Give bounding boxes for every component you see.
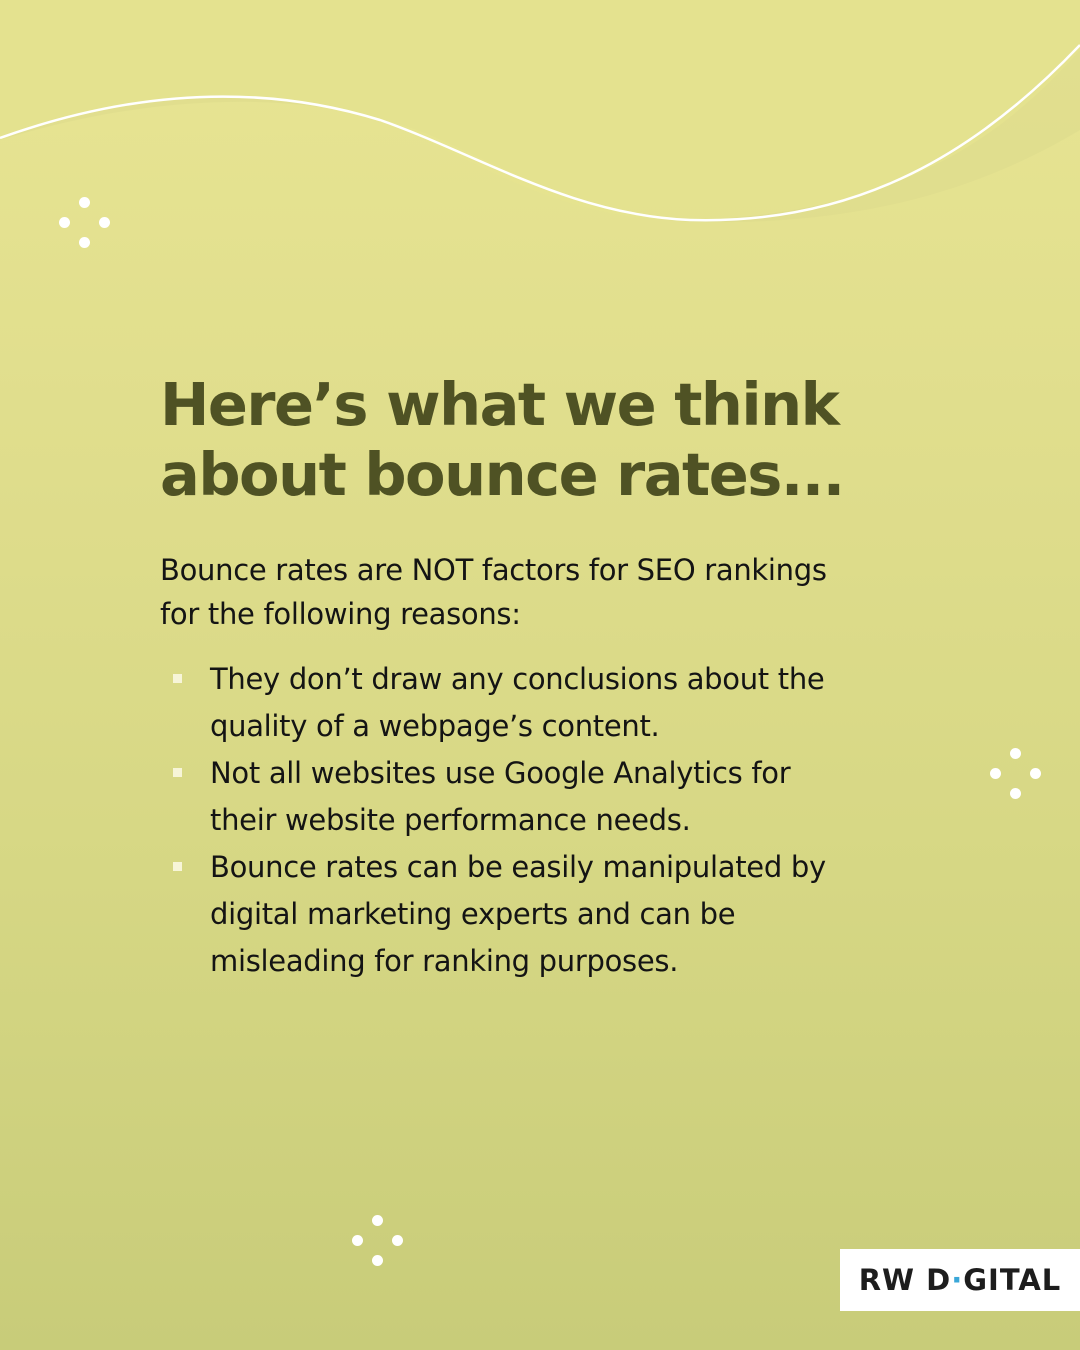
headline-line-2: about bounce rates... xyxy=(160,440,845,509)
reason-item-1: They don’t draw any conclusions about th… xyxy=(160,656,940,750)
headline-line-1: Here’s what we think xyxy=(160,370,840,439)
headline: Here’s what we think about bounce rates.… xyxy=(160,370,940,510)
brand-logo-text: RW D·GITAL xyxy=(859,1263,1062,1297)
brand-logo-part-1: RW D xyxy=(858,1263,952,1297)
reasons-list: They don’t draw any conclusions about th… xyxy=(160,656,940,985)
dot xyxy=(79,237,90,248)
square-bullet-icon xyxy=(173,768,182,777)
reason-3-line-2: digital marketing experts and can be xyxy=(210,897,736,931)
brand-logo-accent: · xyxy=(951,1263,964,1297)
dot xyxy=(1030,768,1041,779)
dot xyxy=(99,217,110,228)
main-content: Here’s what we think about bounce rates.… xyxy=(160,370,940,985)
reason-item-2: Not all websites use Google Analytics fo… xyxy=(160,750,940,844)
dot xyxy=(79,197,90,208)
dots-decoration-top-left xyxy=(59,197,111,249)
dot xyxy=(372,1215,383,1226)
reason-2-line-2: their website performance needs. xyxy=(210,803,691,837)
dot xyxy=(1010,788,1021,799)
reason-1-line-2: quality of a webpage’s content. xyxy=(210,709,660,743)
reason-2-line-1: Not all websites use Google Analytics fo… xyxy=(210,756,791,790)
dot xyxy=(990,768,1001,779)
brand-logo-part-2: GITAL xyxy=(963,1263,1062,1297)
reason-3-line-1: Bounce rates can be easily manipulated b… xyxy=(210,850,826,884)
square-bullet-icon xyxy=(173,862,182,871)
intro-line-2: for the following reasons: xyxy=(160,597,521,631)
intro-text: Bounce rates are NOT factors for SEO ran… xyxy=(160,548,940,636)
top-wave-decoration xyxy=(0,0,1080,223)
reason-3-line-3: misleading for ranking purposes. xyxy=(210,944,679,978)
dot xyxy=(59,217,70,228)
brand-logo: RW D·GITAL xyxy=(840,1249,1080,1311)
dots-decoration-right xyxy=(990,748,1042,800)
dot xyxy=(1010,748,1021,759)
square-bullet-icon xyxy=(173,674,182,683)
dots-decoration-bottom xyxy=(352,1215,404,1267)
dot xyxy=(372,1255,383,1266)
dot xyxy=(392,1235,403,1246)
dot xyxy=(352,1235,363,1246)
intro-line-1: Bounce rates are NOT factors for SEO ran… xyxy=(160,553,827,587)
reason-1-line-1: They don’t draw any conclusions about th… xyxy=(210,662,825,696)
reason-item-3: Bounce rates can be easily manipulated b… xyxy=(160,844,940,985)
